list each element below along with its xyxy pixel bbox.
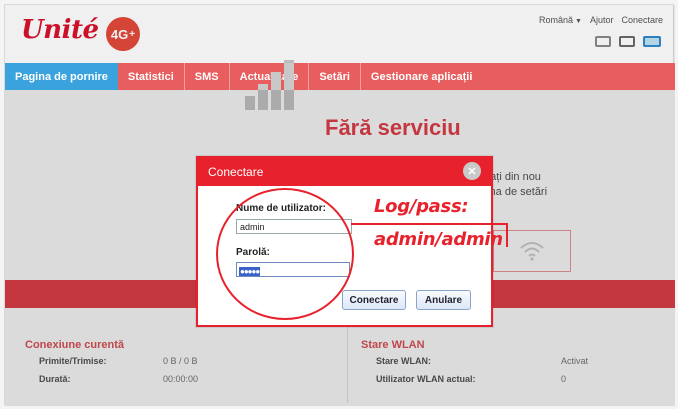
annotation-line-2: admin/admin [374, 229, 503, 250]
tab-settings[interactable]: Setări [309, 63, 361, 90]
annotation-circle [216, 188, 354, 320]
dialog-header: Conectare [198, 158, 491, 186]
main-nav: Pagina de pornire Statistici SMS Actuali… [5, 63, 675, 90]
close-icon[interactable]: ✕ [463, 162, 481, 180]
annotation-underline [351, 223, 507, 225]
page: Unité 4G + Română ▼ Ajutor Conectare Pagin… [0, 0, 678, 409]
login-button[interactable]: Conectare [342, 290, 406, 310]
cancel-button[interactable]: Anulare [416, 290, 471, 310]
annotation-tick [506, 223, 508, 247]
tab-sms[interactable]: SMS [185, 63, 230, 90]
tab-statistics[interactable]: Statistici [118, 63, 185, 90]
tab-app-management[interactable]: Gestionare aplicații [361, 63, 482, 90]
tab-update[interactable]: Actualizare [230, 63, 310, 90]
tab-home[interactable]: Pagina de pornire [5, 63, 118, 90]
dialog-title: Conectare [208, 165, 264, 179]
overlay-dim-top [5, 5, 675, 63]
annotation-line-1: Log/pass: [374, 196, 469, 217]
